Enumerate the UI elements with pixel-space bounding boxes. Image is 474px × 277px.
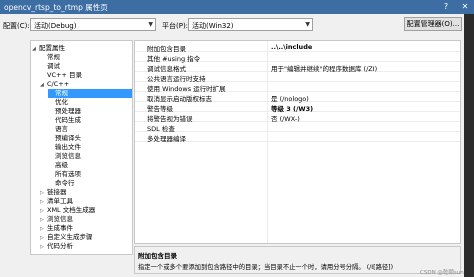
tree-node-label: C/C++ [47, 80, 70, 88]
tree-node-label: 优化 [55, 98, 68, 106]
tree-node[interactable]: 代码生成 [48, 116, 132, 125]
tree-node-label: 语言 [55, 125, 68, 133]
expand-arrow-icon[interactable]: ▷ [40, 243, 47, 252]
tree-node-label: 清单工具 [47, 197, 73, 205]
tree-node[interactable]: 语言 [48, 125, 132, 134]
config-select[interactable]: 活动(Debug) ▼ [30, 18, 156, 31]
tree-node-label: 配置属性 [39, 44, 65, 52]
description-panel: 附加包含目录 指定一个或多个要添加到包含路径中的目录；当目录不止一个时，请用分号… [134, 246, 461, 274]
property-row[interactable]: 将警告视为错误否 (/WX-) [135, 112, 460, 123]
config-manager-button[interactable]: 配置管理器(O)... [404, 17, 462, 31]
tree-node[interactable]: ▷ 自定义生成步骤 [40, 233, 132, 242]
window-title: opencv_rtsp_to_rtmp 属性页 [4, 3, 108, 12]
collapse-arrow-icon[interactable]: ◢ [40, 81, 47, 90]
tree-node-label: 自定义生成步骤 [47, 233, 93, 241]
tree-node-label: XML 文档生成器 [47, 206, 96, 214]
tree-node[interactable]: ▷ 清单工具 [40, 197, 132, 206]
platform-label: 平台(P): [162, 22, 189, 30]
close-button[interactable]: ✕ [457, 0, 473, 14]
tree-node[interactable]: 输出文件 [48, 143, 132, 152]
tree-node-label: 调试 [47, 62, 60, 70]
chevron-down-icon: ▼ [148, 21, 153, 28]
property-row[interactable]: 公共语言运行时支持 [135, 72, 460, 83]
property-row[interactable]: 多处理器编译 [135, 132, 460, 143]
tree-node-label: 预处理器 [55, 107, 81, 115]
tree-node-label: 所有选项 [55, 170, 81, 178]
tree-node-label: 生成事件 [47, 224, 73, 232]
property-row[interactable]: 使用 Windows 运行时扩展 [135, 82, 460, 93]
description-title: 附加包含目录 [138, 252, 177, 260]
tree-node-label: 常规 [47, 53, 60, 61]
tree-node[interactable]: 预处理器 [48, 107, 132, 116]
property-row[interactable]: 附加包含目录 ..\..\include [135, 42, 460, 53]
title-bar: opencv_rtsp_to_rtmp 属性页 ? ✕ [0, 0, 474, 14]
description-text: 指定一个或多个要添加到包含路径中的目录；当目录不止一个时，请用分号分隔。 (/I… [138, 264, 394, 271]
chevron-down-icon: ▼ [305, 21, 310, 28]
platform-select-value: 活动(Win32) [192, 22, 234, 30]
tree-node-label: VC++ 目录 [47, 71, 82, 79]
config-label: 配置(C): [3, 22, 30, 30]
tree-node-label: 输出文件 [55, 143, 81, 151]
property-name: 多处理器编译 [147, 135, 186, 143]
tree-node[interactable]: ▷ 生成事件 [40, 224, 132, 233]
tree-node-label: 高级 [55, 161, 68, 169]
property-grid: 附加包含目录 ..\..\include 其他 #using 指令 调试信息格式 用于"… [134, 40, 461, 244]
watermark: CSDN @乾颐sun [420, 270, 464, 276]
tree-node[interactable]: 命令行 [48, 179, 132, 188]
property-row[interactable]: 取消显示启动版权标志是 (/nologo) [135, 92, 460, 103]
property-value[interactable]: ..\..\include [271, 43, 312, 51]
tree-node[interactable]: ◢ C/C++ [40, 80, 132, 90]
tree-node[interactable]: ▷ 链接器 [40, 188, 132, 197]
config-bar: 配置(C): 活动(Debug) ▼ 平台(P): 活动(Win32) ▼ 配置… [0, 17, 464, 32]
tree-node[interactable]: 所有选项 [48, 170, 132, 179]
tree-node[interactable]: ◢ 配置属性 [32, 44, 132, 54]
tree-node-label: 浏览信息 [55, 152, 81, 160]
tree-node[interactable]: 常规 [40, 53, 132, 62]
property-row[interactable]: 警告等级 等级 3 (/W3) [135, 102, 460, 113]
tree-node-label: 浏览信息 [47, 215, 73, 223]
platform-select[interactable]: 活动(Win32) ▼ [188, 18, 313, 31]
tree-node[interactable]: 高级 [48, 161, 132, 170]
tree-node[interactable]: 优化 [48, 98, 132, 107]
property-row[interactable]: 调试信息格式 用于"编辑并继续"的程序数据库 (/ZI) [135, 62, 460, 73]
tree-node[interactable]: ▷ 浏览信息 [40, 215, 132, 224]
tree-node-label: 代码生成 [55, 116, 81, 124]
background-edge [464, 14, 474, 277]
tree-node[interactable]: 调试 [40, 62, 132, 71]
collapse-arrow-icon[interactable]: ◢ [32, 45, 39, 54]
help-button[interactable]: ? [438, 0, 454, 14]
config-select-value: 活动(Debug) [34, 22, 77, 30]
tree-node[interactable]: ▷ 代码分析 [40, 242, 132, 252]
property-row[interactable]: 其他 #using 指令 [135, 52, 460, 63]
tree-node-label: 链接器 [47, 188, 67, 196]
tree-node-label: 预编译头 [55, 134, 81, 142]
property-row[interactable]: SDL 检查 [135, 122, 460, 133]
tree-node[interactable]: 常规 [48, 89, 132, 98]
property-tree[interactable]: ◢ 配置属性 常规 调试 VC++ 目录 ◢ C/C++ 常规 优化 预处理器 代码生成 语言 预编译头… [30, 40, 133, 255]
tree-node[interactable]: VC++ 目录 [40, 71, 132, 80]
tree-node-label: 代码分析 [47, 242, 73, 250]
tree-node[interactable]: ▷ XML 文档生成器 [40, 206, 132, 215]
tree-node-label: 常规 [55, 89, 68, 97]
tree-node[interactable]: 预编译头 [48, 134, 132, 143]
tree-node[interactable]: 浏览信息 [48, 152, 132, 161]
tree-node-label: 命令行 [55, 179, 75, 187]
